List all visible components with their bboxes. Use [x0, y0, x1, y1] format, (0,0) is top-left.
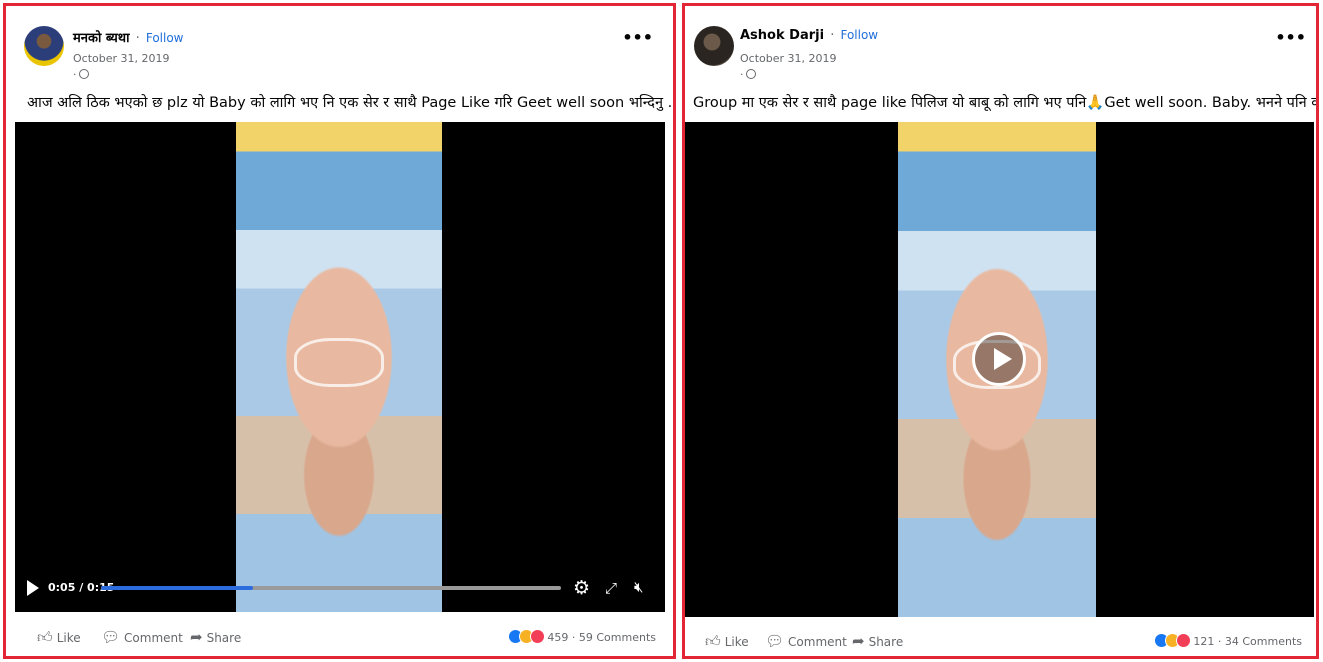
author-line: मनको ब्यथा · Follow: [73, 28, 184, 46]
like-icon: 👍︎: [37, 628, 53, 646]
share-label: Share: [868, 635, 904, 649]
globe-icon: [78, 69, 89, 79]
post-card-right: Ashok Darji · Follow October 31, 2019 · …: [682, 3, 1319, 659]
separator: ·: [135, 31, 140, 46]
fullscreen-icon[interactable]: ⤢: [605, 579, 617, 597]
like-button[interactable]: 👍︎ Like: [37, 628, 81, 647]
follow-link[interactable]: Follow: [146, 31, 184, 45]
comment-button[interactable]: 💬︎ Comment: [765, 632, 847, 650]
share-label: Share: [206, 631, 242, 645]
separator: ·: [571, 631, 579, 644]
privacy-dot: ·: [740, 68, 744, 81]
reactions-summary[interactable]: 459 · 59 Comments: [508, 629, 656, 644]
privacy-dot: ·: [73, 68, 77, 81]
video-frame-detail: [293, 337, 385, 387]
video-player[interactable]: [685, 122, 1314, 617]
post-actions: 👍︎ Like 💬︎ Comment ➦ Share 121 · 34 Comment…: [685, 632, 1316, 656]
reaction-count: 459: [547, 631, 569, 644]
reaction-count: 121: [1193, 635, 1215, 648]
avatar[interactable]: [694, 26, 734, 66]
post-actions: 👍︎ Like 💬︎ Comment ➦ Share 459 · 59 Comment…: [6, 628, 673, 652]
separator: ·: [1217, 635, 1225, 648]
love-reaction-icon: [530, 629, 546, 644]
mute-icon[interactable]: 🔇︎: [634, 578, 643, 596]
privacy-indicator: ·: [740, 68, 756, 81]
comment-icon: 💬︎: [101, 628, 121, 646]
comment-label: Comment: [124, 631, 183, 645]
post-date[interactable]: October 31, 2019: [740, 52, 837, 65]
share-button[interactable]: ➦ Share: [190, 628, 241, 646]
video-controls: 0:05 / 0:15 ⚙ ⤢ 🔇︎: [15, 576, 665, 600]
author-line: Ashok Darji · Follow: [740, 28, 878, 43]
play-icon[interactable]: [27, 580, 39, 596]
share-icon: ➦: [852, 632, 865, 650]
comment-label: Comment: [788, 635, 847, 649]
share-button[interactable]: ➦ Share: [852, 632, 903, 650]
share-icon: ➦: [190, 628, 203, 646]
globe-icon: [745, 69, 756, 79]
progress-bar-fill: [101, 586, 253, 590]
play-icon[interactable]: [972, 332, 1026, 386]
reactions-summary[interactable]: 121 · 34 Comments: [1154, 633, 1302, 648]
comment-icon: 💬︎: [765, 632, 785, 650]
comment-button[interactable]: 💬︎ Comment: [101, 628, 183, 646]
comments-count[interactable]: 34 Comments: [1225, 635, 1302, 648]
post-caption: Group मा एक सेर र साथै page like पिलिज य…: [693, 95, 1319, 111]
like-label: Like: [56, 631, 81, 645]
author-name[interactable]: मनको ब्यथा: [73, 31, 129, 46]
love-reaction-icon: [1176, 633, 1192, 648]
gear-icon[interactable]: ⚙: [573, 577, 590, 599]
post-date[interactable]: October 31, 2019: [73, 52, 170, 65]
like-label: Like: [724, 635, 749, 649]
author-name[interactable]: Ashok Darji: [740, 28, 824, 43]
avatar[interactable]: [24, 26, 64, 66]
like-button[interactable]: 👍︎ Like: [705, 632, 749, 651]
separator: ·: [830, 28, 835, 43]
post-card-left: मनको ब्यथा · Follow October 31, 2019 · •…: [3, 3, 676, 659]
video-player[interactable]: 0:05 / 0:15 ⚙ ⤢ 🔇︎: [15, 122, 665, 612]
post-caption: आज अलि ठिक भएको छ plz यो Baby को लागि भए…: [27, 95, 676, 111]
more-options-icon[interactable]: •••: [1275, 28, 1306, 47]
progress-bar[interactable]: [101, 586, 561, 590]
privacy-indicator: ·: [73, 68, 89, 81]
like-icon: 👍︎: [705, 632, 721, 650]
video-frame: [236, 122, 442, 612]
comments-count[interactable]: 59 Comments: [579, 631, 656, 644]
follow-link[interactable]: Follow: [840, 28, 878, 42]
more-options-icon[interactable]: •••: [622, 28, 653, 47]
